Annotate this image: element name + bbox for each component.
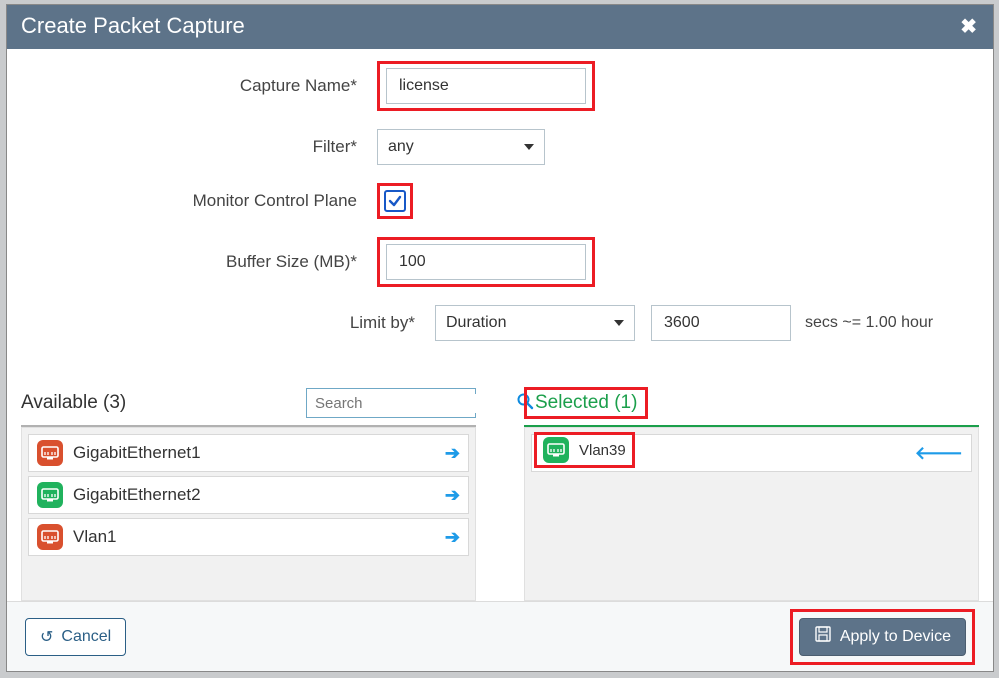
highlight-monitor (377, 183, 413, 219)
interface-lists: Available (3) GigabitEthernet1➔GigabitEt… (21, 383, 979, 601)
ethernet-port-icon (37, 440, 63, 466)
row-buffer: Buffer Size (MB)* (7, 237, 993, 287)
buffer-size-input[interactable] (386, 244, 586, 280)
close-icon[interactable]: ✖ (960, 14, 977, 39)
selected-item-label: Vlan39 (579, 442, 626, 459)
row-limit: Limit by* Duration secs ~= 1.00 hour (7, 305, 993, 341)
capture-name-input[interactable] (386, 68, 586, 104)
row-monitor: Monitor Control Plane (7, 183, 993, 219)
save-icon (814, 625, 832, 648)
available-item-label: GigabitEthernet1 (73, 443, 201, 463)
highlight-selected-title: Selected (1) (524, 387, 648, 419)
arrow-right-icon[interactable]: ➔ (445, 527, 460, 548)
available-list: GigabitEthernet1 ➔ GigabitEthernet2 ➔ Vlan1 ➔ (21, 427, 476, 601)
undo-icon: ↺ (40, 627, 53, 647)
highlight-buffer (377, 237, 595, 287)
arrow-right-icon[interactable]: ➔ (445, 443, 460, 464)
chevron-down-icon (614, 320, 624, 326)
label-limit: Limit by* (7, 313, 435, 333)
highlight-capture-name (377, 61, 595, 111)
ethernet-port-icon (37, 482, 63, 508)
apply-button-label: Apply to Device (840, 628, 951, 646)
create-packet-capture-modal: Create Packet Capture ✖ Capture Name* Fi… (6, 4, 994, 672)
highlight-selected-item: Vlan39 (534, 432, 635, 468)
label-capture-name: Capture Name* (7, 76, 377, 96)
limit-mode-select[interactable]: Duration (435, 305, 635, 341)
available-title: Available (3) (21, 392, 126, 414)
selected-header: Selected (1) (524, 383, 979, 423)
available-header: Available (3) (21, 383, 476, 423)
monitor-checkbox[interactable] (384, 190, 406, 212)
check-icon (388, 194, 402, 208)
form-area: Capture Name* Filter* any Monitor Contro… (7, 49, 993, 341)
available-search-input[interactable] (313, 394, 516, 413)
available-column: Available (3) GigabitEthernet1➔GigabitEt… (21, 383, 476, 601)
limit-hint: secs ~= 1.00 hour (805, 314, 933, 332)
filter-select-value: any (388, 138, 414, 156)
ethernet-port-icon (543, 437, 569, 463)
selected-list: Vlan39 🡐 (524, 427, 979, 601)
limit-value-input[interactable] (651, 305, 791, 341)
filter-select[interactable]: any (377, 129, 545, 165)
modal-title: Create Packet Capture (21, 13, 245, 39)
label-monitor: Monitor Control Plane (7, 191, 377, 211)
selected-column: Selected (1) Vlan39 🡐 (524, 383, 979, 601)
selected-title: Selected (1) (535, 392, 637, 414)
modal-footer: ↺ Cancel Apply to Device (7, 601, 993, 671)
row-capture-name: Capture Name* (7, 61, 993, 111)
apply-button[interactable]: Apply to Device (799, 618, 966, 656)
selected-item[interactable]: Vlan39 🡐 (531, 434, 972, 472)
available-item[interactable]: GigabitEthernet1 ➔ (28, 434, 469, 472)
arrow-left-icon[interactable]: 🡐 (915, 443, 963, 464)
limit-mode-value: Duration (446, 314, 506, 332)
ethernet-port-icon (37, 524, 63, 550)
cancel-button-label: Cancel (61, 628, 111, 646)
available-item-label: GigabitEthernet2 (73, 485, 201, 505)
arrow-right-icon[interactable]: ➔ (445, 485, 460, 506)
cancel-button[interactable]: ↺ Cancel (25, 618, 126, 656)
label-buffer: Buffer Size (MB)* (7, 252, 377, 272)
row-filter: Filter* any (7, 129, 993, 165)
modal-body: Capture Name* Filter* any Monitor Contro… (7, 49, 993, 601)
modal-header: Create Packet Capture ✖ (7, 5, 993, 49)
available-item[interactable]: GigabitEthernet2 ➔ (28, 476, 469, 514)
label-filter: Filter* (7, 137, 377, 157)
available-item-label: Vlan1 (73, 527, 116, 547)
chevron-down-icon (524, 144, 534, 150)
highlight-apply: Apply to Device (790, 609, 975, 665)
available-search[interactable] (306, 388, 476, 418)
available-item[interactable]: Vlan1 ➔ (28, 518, 469, 556)
